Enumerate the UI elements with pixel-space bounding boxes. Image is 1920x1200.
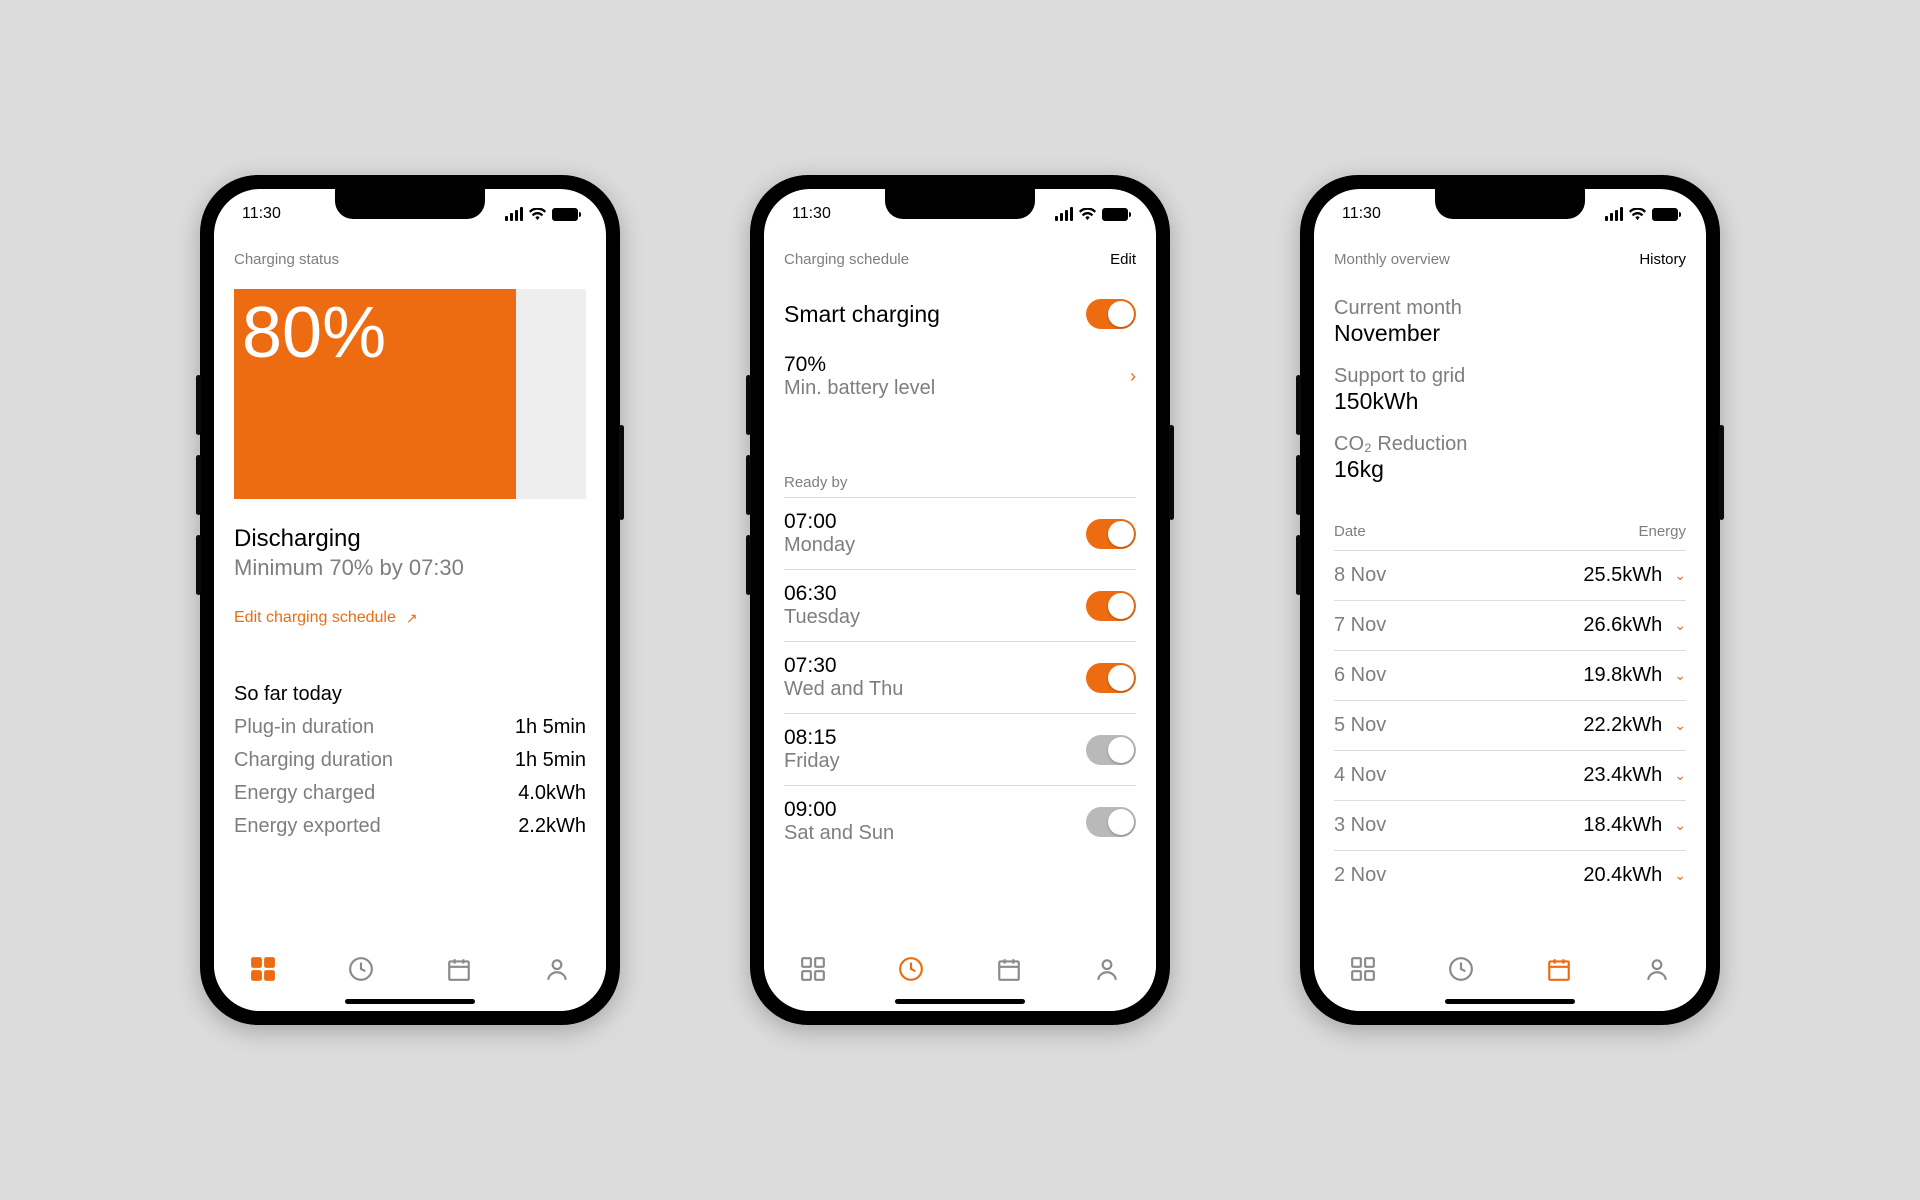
wifi-icon xyxy=(1629,208,1646,221)
tab-dashboard[interactable] xyxy=(1349,955,1377,983)
status-icons xyxy=(1055,207,1128,221)
chevron-down-icon: ⌄ xyxy=(1674,817,1686,834)
phone-schedule: 11:30 Charging schedule Edit Smart charg… xyxy=(750,175,1170,1025)
tab-clock[interactable] xyxy=(347,955,375,983)
table-row[interactable]: 3 Nov18.4kWh⌄ xyxy=(1334,800,1686,850)
edit-button[interactable]: Edit xyxy=(1110,251,1136,268)
signal-icon xyxy=(1055,207,1073,221)
stat-co2: CO₂ Reduction 16kg xyxy=(1334,433,1686,483)
status-time: 11:30 xyxy=(792,205,831,223)
phone-status: 11:30 Charging status 80% Discharging Mi… xyxy=(200,175,620,1025)
tab-clock[interactable] xyxy=(897,955,925,983)
home-indicator[interactable] xyxy=(345,999,475,1004)
stat-grid-support: Support to grid 150kWh xyxy=(1334,365,1686,415)
page-title: Charging schedule xyxy=(784,251,909,268)
schedule-toggle[interactable] xyxy=(1086,519,1136,549)
smart-charging-toggle[interactable] xyxy=(1086,299,1136,329)
schedule-row[interactable]: 09:00Sat and Sun xyxy=(784,785,1136,857)
tab-profile[interactable] xyxy=(1643,955,1671,983)
schedule-toggle[interactable] xyxy=(1086,591,1136,621)
schedule-toggle[interactable] xyxy=(1086,663,1136,693)
page-title: Charging status xyxy=(234,251,339,268)
tab-calendar[interactable] xyxy=(445,955,473,983)
battery-pct: 80% xyxy=(242,293,386,373)
status-time: 11:30 xyxy=(242,205,281,223)
tab-dashboard[interactable] xyxy=(799,955,827,983)
min-battery-label: Min. battery level xyxy=(784,377,935,400)
chevron-down-icon: ⌄ xyxy=(1674,667,1686,684)
signal-icon xyxy=(1605,207,1623,221)
col-energy: Energy xyxy=(1638,523,1686,540)
schedule-row[interactable]: 07:30Wed and Thu xyxy=(784,641,1136,713)
tab-clock[interactable] xyxy=(1447,955,1475,983)
notch xyxy=(1435,189,1585,219)
schedule-row[interactable]: 08:15Friday xyxy=(784,713,1136,785)
notch xyxy=(335,189,485,219)
tab-profile[interactable] xyxy=(1093,955,1121,983)
status-icons xyxy=(1605,207,1678,221)
home-indicator[interactable] xyxy=(1445,999,1575,1004)
battery-icon xyxy=(1652,208,1678,221)
battery-icon xyxy=(1102,208,1128,221)
battery-fill: 80% xyxy=(234,289,516,499)
stat-current-month: Current month November xyxy=(1334,297,1686,347)
min-battery-value: 70% xyxy=(784,353,935,377)
page-title: Monthly overview xyxy=(1334,251,1450,268)
table-row[interactable]: 5 Nov22.2kWh⌄ xyxy=(1334,700,1686,750)
wifi-icon xyxy=(1079,208,1096,221)
chevron-down-icon: ⌄ xyxy=(1674,617,1686,634)
chevron-down-icon: ⌄ xyxy=(1674,767,1686,784)
edit-schedule-link[interactable]: Edit charging schedule ↗ xyxy=(234,609,586,627)
schedule-row[interactable]: 06:30Tuesday xyxy=(784,569,1136,641)
chevron-down-icon: ⌄ xyxy=(1674,717,1686,734)
min-battery-row[interactable]: 70% Min. battery level › xyxy=(784,339,1136,414)
battery-empty xyxy=(516,289,586,499)
schedule-toggle[interactable] xyxy=(1086,735,1136,765)
tab-dashboard[interactable] xyxy=(249,955,277,983)
phone-overview: 11:30 Monthly overview History Current m… xyxy=(1300,175,1720,1025)
table-header: Date Energy xyxy=(1334,523,1686,550)
table-row[interactable]: 6 Nov19.8kWh⌄ xyxy=(1334,650,1686,700)
chevron-right-icon: › xyxy=(1130,366,1136,387)
battery-meter: 80% xyxy=(234,289,586,499)
today-row: Energy charged4.0kWh xyxy=(234,782,586,805)
table-row[interactable]: 4 Nov23.4kWh⌄ xyxy=(1334,750,1686,800)
table-row[interactable]: 2 Nov20.4kWh⌄ xyxy=(1334,850,1686,900)
table-row[interactable]: 8 Nov25.5kWh⌄ xyxy=(1334,550,1686,600)
chevron-down-icon: ⌄ xyxy=(1674,567,1686,584)
col-date: Date xyxy=(1334,523,1366,540)
table-row[interactable]: 7 Nov26.6kWh⌄ xyxy=(1334,600,1686,650)
charging-state: Discharging xyxy=(234,525,586,553)
schedule-toggle[interactable] xyxy=(1086,807,1136,837)
today-header: So far today xyxy=(234,683,586,706)
today-row: Energy exported2.2kWh xyxy=(234,815,586,838)
smart-charging-label: Smart charging xyxy=(784,301,940,328)
edit-schedule-label: Edit charging schedule xyxy=(234,609,396,627)
home-indicator[interactable] xyxy=(895,999,1025,1004)
readyby-header: Ready by xyxy=(784,474,1136,491)
charging-target: Minimum 70% by 07:30 xyxy=(234,555,586,581)
signal-icon xyxy=(505,207,523,221)
today-row: Charging duration1h 5min xyxy=(234,749,586,772)
smart-charging-row[interactable]: Smart charging xyxy=(784,279,1136,339)
notch xyxy=(885,189,1035,219)
wifi-icon xyxy=(529,208,546,221)
tab-calendar[interactable] xyxy=(995,955,1023,983)
tab-calendar[interactable] xyxy=(1545,955,1573,983)
today-row: Plug-in duration1h 5min xyxy=(234,716,586,739)
status-icons xyxy=(505,207,578,221)
chevron-down-icon: ⌄ xyxy=(1674,867,1686,884)
status-time: 11:30 xyxy=(1342,205,1381,223)
history-button[interactable]: History xyxy=(1639,251,1686,268)
tab-profile[interactable] xyxy=(543,955,571,983)
battery-icon xyxy=(552,208,578,221)
arrow-icon: ↗ xyxy=(406,610,418,627)
schedule-row[interactable]: 07:00Monday xyxy=(784,497,1136,569)
